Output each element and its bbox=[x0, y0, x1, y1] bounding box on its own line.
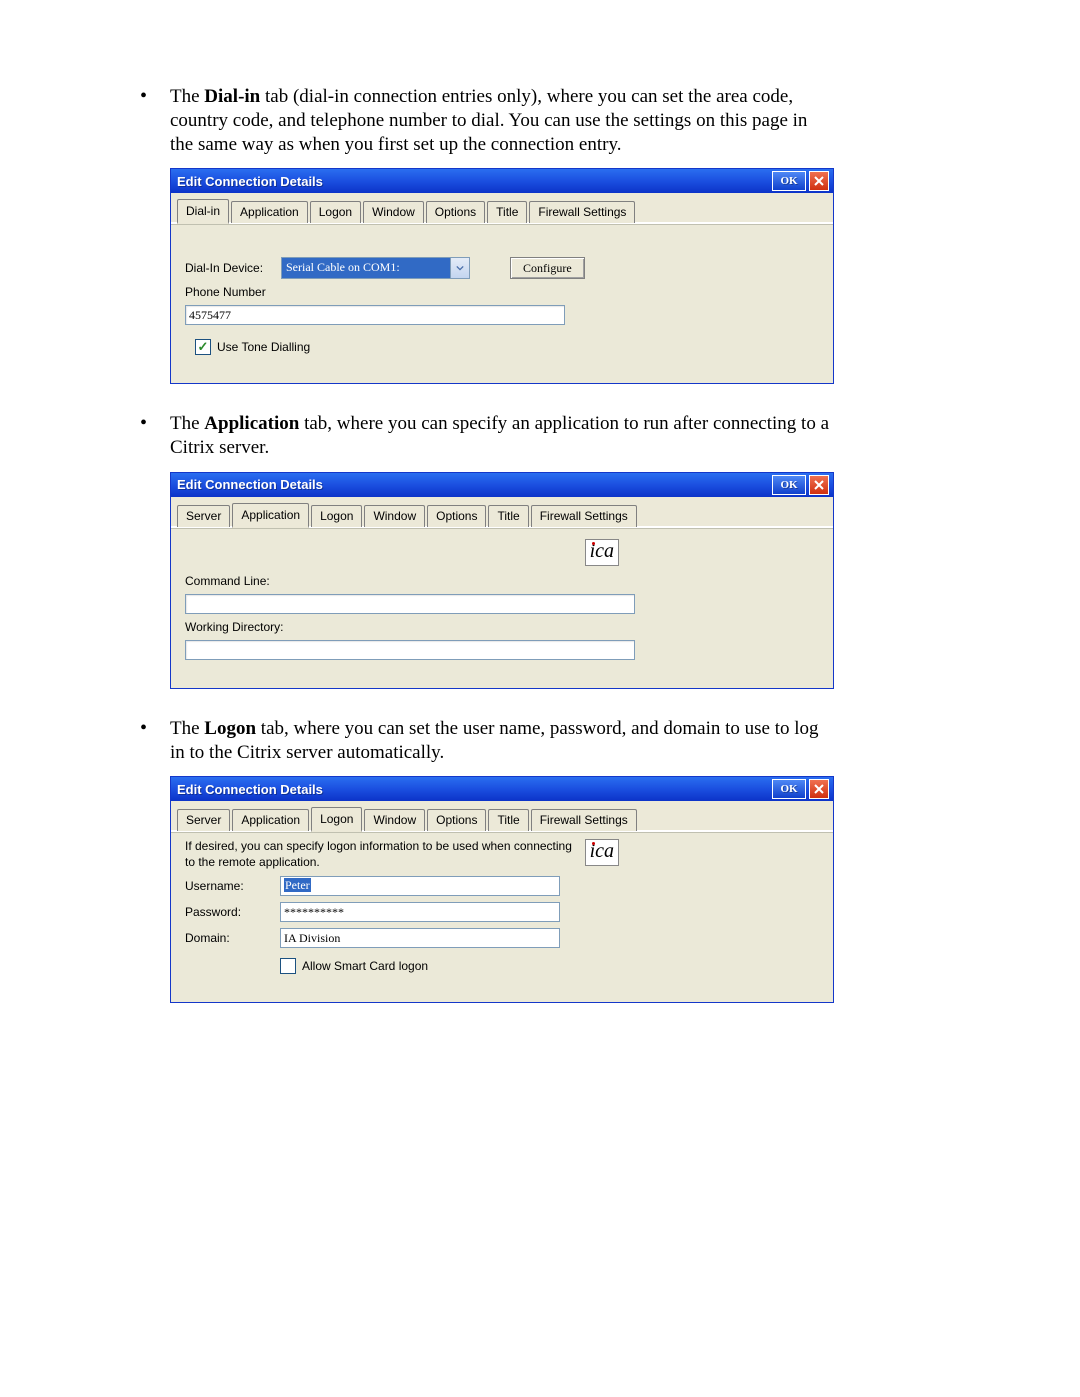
tab-options[interactable]: Options bbox=[426, 201, 485, 223]
close-icon bbox=[814, 480, 824, 490]
tab-title[interactable]: Title bbox=[487, 201, 527, 223]
phone-number-label: Phone Number bbox=[185, 285, 266, 299]
tabstrip: Server Application Logon Window Options … bbox=[171, 497, 833, 528]
tab-application[interactable]: Application bbox=[232, 809, 309, 831]
tabstrip: Server Application Logon Window Options … bbox=[171, 801, 833, 832]
chevron-down-icon[interactable] bbox=[450, 258, 469, 278]
text: The bbox=[170, 86, 204, 107]
ica-logo: ica bbox=[585, 839, 619, 866]
tab-options[interactable]: Options bbox=[427, 809, 486, 831]
ok-label: OK bbox=[780, 479, 797, 491]
phone-number-input[interactable] bbox=[185, 305, 565, 325]
tab-application[interactable]: Application bbox=[231, 201, 308, 223]
ok-button[interactable]: OK bbox=[772, 779, 806, 799]
tab-firewall-settings[interactable]: Firewall Settings bbox=[531, 505, 637, 527]
logon-hint: If desired, you can specify logon inform… bbox=[185, 839, 585, 870]
dial-in-device-label: Dial-In Device: bbox=[185, 261, 281, 275]
username-label: Username: bbox=[185, 879, 280, 893]
close-button[interactable] bbox=[809, 171, 829, 191]
bullet-dialin: The Dial-in tab (dial-in connection entr… bbox=[170, 85, 830, 156]
tab-title[interactable]: Title bbox=[488, 809, 528, 831]
ok-label: OK bbox=[780, 783, 797, 795]
use-tone-dialling-checkbox[interactable] bbox=[195, 339, 211, 355]
text: tab (dial-in connection entries only), w… bbox=[170, 86, 807, 155]
ok-button[interactable]: OK bbox=[772, 171, 806, 191]
tab-logon[interactable]: Logon bbox=[311, 807, 362, 832]
dialog-body: If desired, you can specify logon inform… bbox=[171, 832, 833, 1002]
ok-button[interactable]: OK bbox=[772, 475, 806, 495]
titlebar: Edit Connection Details OK bbox=[171, 473, 833, 497]
window-title: Edit Connection Details bbox=[177, 477, 323, 492]
window-title: Edit Connection Details bbox=[177, 174, 323, 189]
close-icon bbox=[814, 784, 824, 794]
tab-window[interactable]: Window bbox=[363, 201, 424, 223]
use-tone-dialling-label: Use Tone Dialling bbox=[217, 340, 310, 354]
dialog-body: ica Command Line: Working Directory: bbox=[171, 528, 833, 688]
dialog-body: Dial-In Device: Serial Cable on COM1: Co… bbox=[171, 224, 833, 383]
dial-in-device-value: Serial Cable on COM1: bbox=[282, 258, 450, 278]
dialog-logon: Edit Connection Details OK Server Applic… bbox=[170, 776, 834, 1003]
allow-smart-card-logon-checkbox[interactable] bbox=[280, 958, 296, 974]
dialog-application: Edit Connection Details OK Server Applic… bbox=[170, 472, 834, 689]
domain-input[interactable] bbox=[280, 928, 560, 948]
configure-button[interactable]: Configure bbox=[510, 257, 585, 279]
bullet-application: The Application tab, where you can speci… bbox=[170, 412, 830, 460]
dial-in-device-dropdown[interactable]: Serial Cable on COM1: bbox=[281, 257, 470, 279]
tab-options[interactable]: Options bbox=[427, 505, 486, 527]
text-bold: Application bbox=[204, 413, 299, 434]
password-input[interactable] bbox=[280, 902, 560, 922]
ok-label: OK bbox=[780, 175, 797, 187]
tab-title[interactable]: Title bbox=[488, 505, 528, 527]
tab-server[interactable]: Server bbox=[177, 809, 230, 831]
working-directory-input[interactable] bbox=[185, 640, 635, 660]
allow-smart-card-logon-label: Allow Smart Card logon bbox=[302, 959, 428, 973]
text: The bbox=[170, 718, 204, 739]
tab-window[interactable]: Window bbox=[364, 505, 425, 527]
text: tab, where you can set the user name, pa… bbox=[170, 718, 819, 763]
tabstrip: Dial-in Application Logon Window Options… bbox=[171, 193, 833, 224]
username-value: Peter bbox=[284, 878, 311, 892]
close-button[interactable] bbox=[809, 779, 829, 799]
command-line-label: Command Line: bbox=[185, 574, 270, 588]
tab-logon[interactable]: Logon bbox=[310, 201, 361, 223]
tab-server[interactable]: Server bbox=[177, 505, 230, 527]
working-directory-label: Working Directory: bbox=[185, 620, 283, 634]
tab-window[interactable]: Window bbox=[364, 809, 425, 831]
tab-application[interactable]: Application bbox=[232, 503, 309, 528]
text-bold: Logon bbox=[204, 718, 256, 739]
ica-logo: ica bbox=[585, 539, 619, 566]
tab-logon[interactable]: Logon bbox=[311, 505, 362, 527]
window-title: Edit Connection Details bbox=[177, 782, 323, 797]
tab-firewall-settings[interactable]: Firewall Settings bbox=[531, 809, 637, 831]
dialog-dialin: Edit Connection Details OK Dial-in Appli… bbox=[170, 168, 834, 384]
command-line-input[interactable] bbox=[185, 594, 635, 614]
tab-firewall-settings[interactable]: Firewall Settings bbox=[529, 201, 635, 223]
tab-dial-in[interactable]: Dial-in bbox=[177, 199, 229, 224]
bullet-logon: The Logon tab, where you can set the use… bbox=[170, 717, 830, 765]
text: The bbox=[170, 413, 204, 434]
titlebar: Edit Connection Details OK bbox=[171, 777, 833, 801]
domain-label: Domain: bbox=[185, 931, 280, 945]
password-label: Password: bbox=[185, 905, 280, 919]
close-icon bbox=[814, 176, 824, 186]
text-bold: Dial-in bbox=[204, 86, 260, 107]
username-input[interactable]: Peter bbox=[280, 876, 560, 896]
close-button[interactable] bbox=[809, 475, 829, 495]
titlebar: Edit Connection Details OK bbox=[171, 169, 833, 193]
